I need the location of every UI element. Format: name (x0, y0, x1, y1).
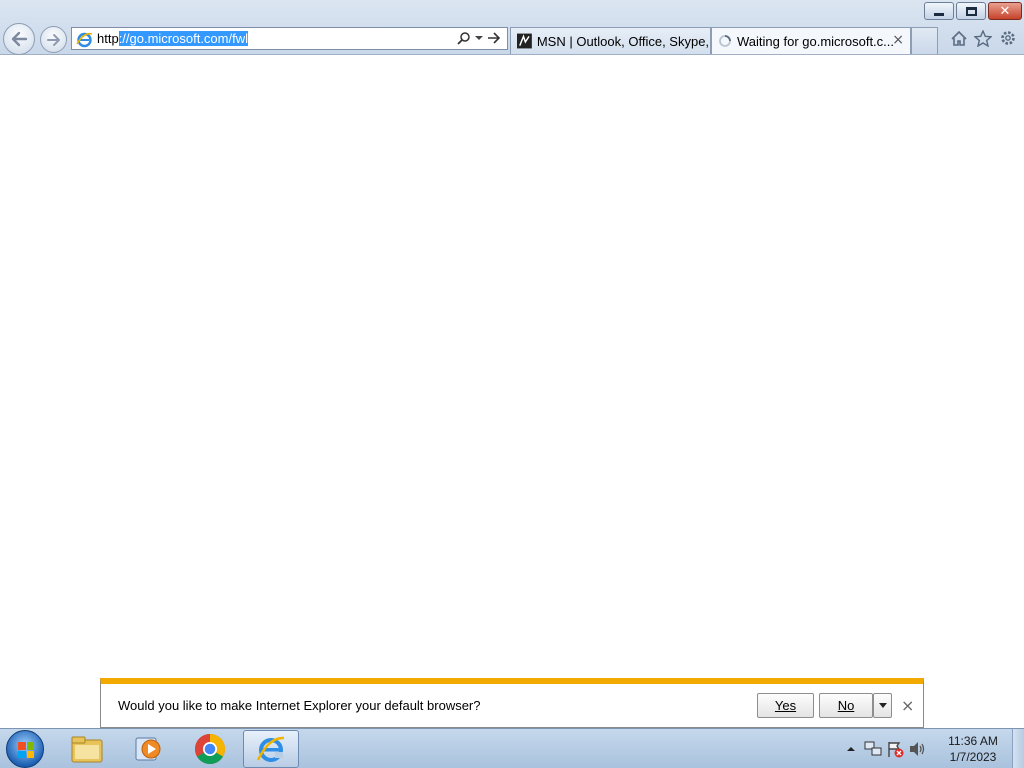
forward-button[interactable] (40, 26, 67, 53)
no-label: No (837, 698, 855, 713)
no-button[interactable]: No (819, 693, 873, 718)
clock-date: 1/7/2023 (949, 750, 997, 764)
show-hidden-icons-button[interactable] (840, 746, 862, 752)
clock-time: 11:36 AM (948, 734, 998, 748)
tab-label: Waiting for go.microsoft.c... (737, 33, 895, 49)
close-icon: ✕ (999, 3, 1011, 19)
url-selected: ://go.microsoft.com/fwl (118, 31, 248, 46)
restore-button[interactable] (956, 2, 986, 20)
minimize-icon (925, 3, 953, 19)
search-icon[interactable] (456, 31, 471, 46)
close-window-button[interactable]: ✕ (988, 2, 1022, 20)
address-bar[interactable]: http://go.microsoft.com/fwl (71, 27, 508, 50)
restore-icon (957, 3, 985, 19)
notification-close-button[interactable]: × (901, 696, 914, 715)
taskbar-file-explorer[interactable] (59, 730, 115, 768)
msn-icon (517, 33, 532, 49)
show-hidden-icons (847, 747, 855, 751)
url-prefix: http (97, 31, 119, 46)
taskbar: 11:36 AM 1/7/2023 (0, 728, 1024, 768)
system-clock[interactable]: 11:36 AM 1/7/2023 (943, 733, 1003, 765)
taskbar-media-player[interactable] (120, 730, 176, 768)
tab-msn[interactable]: MSN | Outlook, Office, Skype, ... (510, 27, 711, 54)
windows-logo-icon (18, 742, 34, 758)
loading-spinner-icon (719, 35, 731, 47)
back-arrow-icon (11, 31, 28, 47)
action-center-tray-button[interactable] (884, 741, 906, 758)
home-icon (951, 30, 967, 46)
show-desktop-button[interactable] (1012, 729, 1024, 768)
gear-icon (1001, 31, 1015, 45)
network-tray-button[interactable] (862, 741, 884, 757)
tab-waiting[interactable]: Waiting for go.microsoft.c... × (711, 27, 911, 54)
page-content (0, 56, 1024, 728)
action-center-icon (888, 741, 904, 757)
favorites-button[interactable] (972, 27, 994, 49)
go-arrow-icon[interactable] (487, 31, 501, 45)
internet-explorer-icon (256, 736, 285, 762)
window-caption-buttons: ✕ (922, 2, 1022, 20)
taskbar-internet-explorer[interactable] (243, 730, 299, 768)
address-dropdown-icon[interactable] (475, 36, 483, 40)
volume-tray-button[interactable] (906, 741, 928, 757)
default-browser-notification: Would you like to make Internet Explorer… (100, 678, 924, 728)
start-button[interactable] (6, 730, 44, 768)
forward-arrow-icon (47, 33, 60, 46)
volume-icon (910, 742, 925, 756)
taskbar-chrome[interactable] (182, 730, 238, 768)
minimize-button[interactable] (924, 2, 954, 20)
chevron-down-icon (878, 703, 887, 708)
network-icon (864, 741, 882, 756)
ie-page-icon (76, 32, 93, 48)
tools-button[interactable] (997, 27, 1019, 49)
notification-message: Would you like to make Internet Explorer… (118, 698, 481, 713)
no-options-dropdown[interactable] (873, 693, 892, 718)
system-tray (840, 729, 928, 768)
new-tab-button[interactable] (911, 27, 938, 54)
yes-label: Yes (774, 698, 797, 713)
media-player-icon (135, 737, 161, 761)
yes-button[interactable]: Yes (757, 693, 814, 718)
tab-close-button[interactable]: × (892, 32, 904, 48)
star-icon (974, 29, 992, 47)
tab-label: MSN | Outlook, Office, Skype, ... (536, 33, 710, 49)
home-button[interactable] (948, 27, 970, 49)
file-explorer-icon (71, 736, 103, 763)
url-text[interactable]: http://go.microsoft.com/fwl (97, 31, 248, 46)
chrome-icon (194, 734, 226, 765)
back-button[interactable] (3, 23, 35, 55)
browser-chrome: ✕ http://go.microsoft.com/fwl MSN | Outl… (0, 0, 1024, 55)
